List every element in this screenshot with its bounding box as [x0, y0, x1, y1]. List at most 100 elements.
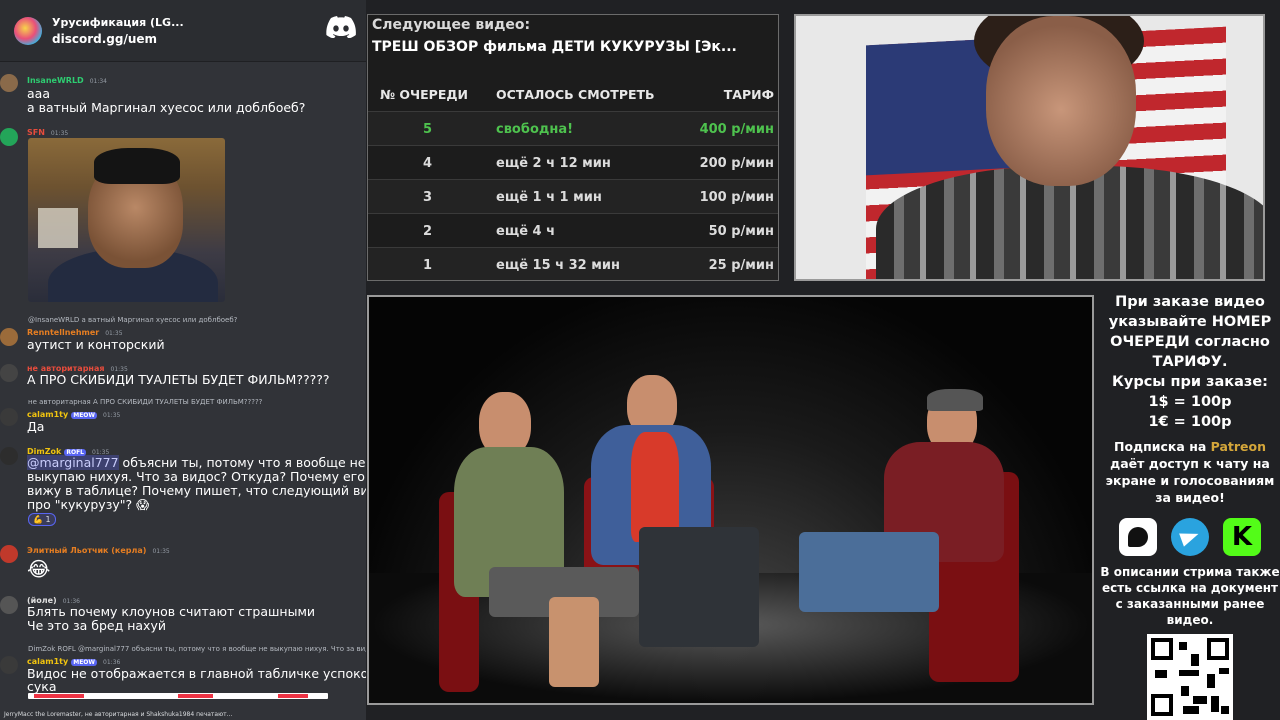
queue-number: 1	[423, 258, 433, 273]
attached-image[interactable]	[28, 138, 225, 302]
reaction-bar: 💪 1	[28, 513, 56, 526]
queue-remaining: ещё 4 ч	[496, 224, 556, 239]
streamer-figure	[876, 16, 1263, 279]
discord-chat-panel: Урусификация (LG... discord.gg/uem Insan…	[0, 0, 366, 720]
reply-preview[interactable]: DimZok ROFL @marginal777 объясни ты, пот…	[28, 645, 366, 653]
username-text: calam1ty	[27, 657, 69, 666]
message-text: аутист и конторский	[27, 337, 165, 352]
username-text: InsaneWRLD	[27, 76, 84, 85]
reaction-count: 1	[45, 515, 51, 524]
reply-preview[interactable]: @InsaneWRLD а ватный Маргинал хуесос или…	[28, 316, 237, 324]
user-avatar	[0, 328, 18, 346]
server-name: Урусификация (LG...	[52, 15, 184, 29]
stream-layout: Урусификация (LG... discord.gg/uem Insan…	[0, 0, 1280, 720]
patreon-link-text: Patreon	[1210, 439, 1267, 454]
user-avatar	[0, 596, 18, 614]
server-avatar	[14, 16, 42, 45]
username[interactable]: Элитный Льотчик (керла) 01:35	[27, 546, 170, 555]
username-text: Renntellnehmer	[27, 328, 100, 337]
qr-code-icon	[1147, 634, 1233, 720]
next-video-title: ТРЕШ ОБЗОР фильма ДЕТИ КУКУРУЗЫ [Эк...	[372, 39, 737, 55]
message-text: про "кукурузу"? 😱	[27, 497, 150, 512]
username-text: Элитный Льотчик (керла)	[27, 546, 147, 555]
server-invite-link[interactable]: discord.gg/uem	[52, 32, 184, 46]
message-text: выкупаю нихуя. Что за видос? Откуда? Поч…	[27, 469, 366, 484]
queue-price: 200 р/мин	[699, 156, 774, 171]
sub-text-after: даёт доступ к чату на экране и голосован…	[1105, 456, 1275, 505]
header-price: ТАРИФ	[723, 87, 774, 102]
info-sidebar: При заказе видео указывайте НОМЕР ОЧЕРЕД…	[1100, 292, 1280, 720]
queue-price: 100 р/мин	[699, 190, 774, 205]
username[interactable]: calam1ty MEOW 01:36	[27, 657, 120, 666]
queue-number: 3	[423, 190, 433, 205]
social-icons: K	[1100, 518, 1280, 556]
user-avatar	[0, 656, 18, 674]
username[interactable]: calam1ty MEOW 01:35	[27, 410, 120, 419]
queue-number: 5	[423, 122, 433, 137]
role-badge: MEOW	[71, 412, 98, 419]
timestamp: 01:35	[50, 130, 69, 137]
message-text: вижу в таблице? Почему пишет, что следую…	[27, 483, 366, 498]
rate-eur: 1€ = 100р	[1148, 414, 1232, 430]
timestamp: 01:35	[105, 330, 123, 337]
typing-indicator: JerryMacc the Loremaster, не авторитарна…	[4, 711, 233, 718]
queue-row: 5 свободна! 400 р/мин	[368, 111, 778, 145]
user-avatar	[0, 128, 18, 146]
queue-row: 4 ещё 2 ч 12 мин 200 р/мин	[368, 145, 778, 179]
patreon-icon	[1119, 518, 1157, 556]
queue-table-panel: Следующее видео: ТРЕШ ОБЗОР фильма ДЕТИ …	[367, 14, 779, 281]
reaction-pill[interactable]: 💪 1	[28, 513, 56, 526]
next-video-label: Следующее видео:	[372, 17, 531, 33]
message-text: сука	[27, 679, 57, 694]
queue-remaining: ещё 15 ч 32 мин	[496, 258, 620, 273]
timestamp: 01:35	[103, 412, 121, 419]
reply-preview[interactable]: не авторитарная А ПРО СКИБИДИ ТУАЛЕТЫ БУ…	[28, 398, 262, 406]
username[interactable]: InsaneWRLD 01:34	[27, 76, 107, 85]
discord-logo-icon	[326, 16, 356, 38]
message-text: Да	[27, 419, 45, 434]
discord-header: Урусификация (LG... discord.gg/uem	[0, 0, 366, 62]
message-text: Блять почему клоунов считают страшными	[27, 604, 316, 619]
queue-number: 2	[423, 224, 433, 239]
user-avatar	[0, 74, 18, 92]
kick-icon: K	[1223, 518, 1261, 556]
queue-row: 3 ещё 1 ч 1 мин 100 р/мин	[368, 179, 778, 213]
rates-label: Курсы при заказе:	[1112, 374, 1268, 390]
webcam-feed	[794, 14, 1265, 281]
timestamp: 01:36	[103, 659, 121, 666]
queue-remaining: ещё 1 ч 1 мин	[496, 190, 602, 205]
message-text: aaa	[27, 86, 50, 101]
timestamp: 01:35	[152, 548, 170, 555]
queue-row: 2 ещё 4 ч 50 р/мин	[368, 213, 778, 247]
embed-preview-bar	[28, 693, 328, 699]
username-text: calam1ty	[27, 410, 69, 419]
message-text: Видос не отображается в главной табличке…	[27, 666, 366, 681]
timestamp: 01:34	[89, 78, 107, 85]
username[interactable]: Renntellnehmer 01:35	[27, 328, 123, 337]
message-emoji: 😂	[27, 557, 51, 581]
queue-table-header: № ОЧЕРЕДИ ОСТАЛОСЬ СМОТРЕТЬ ТАРИФ	[368, 85, 778, 111]
user-avatar	[0, 545, 18, 563]
username[interactable]: SFN 01:35	[27, 128, 68, 137]
user-avatar	[0, 364, 18, 382]
username-text: SFN	[27, 128, 45, 137]
order-instructions: При заказе видео указывайте НОМЕР ОЧЕРЕД…	[1108, 294, 1272, 370]
header-remaining: ОСТАЛОСЬ СМОТРЕТЬ	[496, 87, 655, 102]
message-text: @marginal777 объясни ты, потому что я во…	[27, 455, 366, 470]
header-queue-number: № ОЧЕРЕДИ	[380, 87, 468, 102]
video-player[interactable]	[367, 295, 1094, 705]
message-text: Че это за бред нахуй	[27, 618, 166, 633]
queue-price: 50 р/мин	[708, 224, 774, 239]
queue-remaining: ещё 2 ч 12 мин	[496, 156, 611, 171]
message-text: А ПРО СКИБИДИ ТУАЛЕТЫ БУДЕТ ФИЛЬМ?????	[27, 372, 330, 387]
role-badge: MEOW	[71, 659, 98, 666]
user-avatar	[0, 447, 18, 465]
user-avatar	[0, 408, 18, 426]
queue-price: 400 р/мин	[699, 122, 774, 137]
user-mention[interactable]: @marginal777	[27, 455, 119, 470]
queue-table-body: 5 свободна! 400 р/мин 4 ещё 2 ч 12 мин 2…	[368, 111, 778, 280]
telegram-icon	[1171, 518, 1209, 556]
rate-usd: 1$ = 100р	[1148, 394, 1232, 410]
queue-remaining: свободна!	[496, 122, 574, 137]
subscription-text: Подписка на Patreon даёт доступ к чату н…	[1100, 438, 1280, 506]
